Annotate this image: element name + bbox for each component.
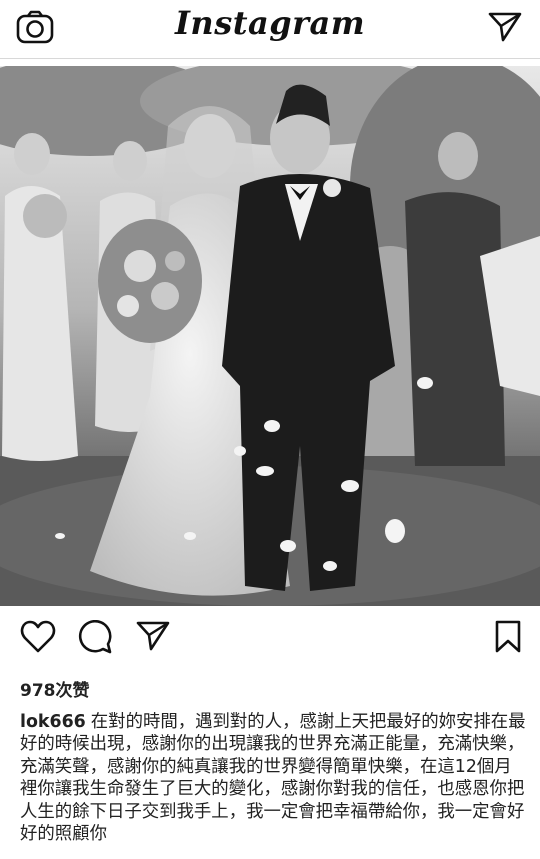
share-icon[interactable] — [136, 620, 170, 652]
app-logo: Instagram — [174, 4, 366, 42]
post-caption: lok666 在對的時間，遇到對的人，感謝上天把最好的妳安排在最好的時候出現，感謝… — [20, 711, 526, 845]
post-actions — [0, 620, 540, 664]
paper-plane-icon[interactable] — [488, 11, 522, 43]
comment-icon[interactable] — [78, 620, 112, 654]
caption-text: 在對的時間，遇到對的人，感謝上天把最好的妳安排在最好的時候出現，感謝你的出現讓我… — [20, 712, 526, 845]
post-photo[interactable] — [0, 66, 540, 606]
heart-icon[interactable] — [20, 620, 56, 654]
wedding-photo — [0, 66, 540, 606]
bookmark-icon[interactable] — [495, 620, 521, 654]
like-count[interactable]: 978次赞 — [20, 676, 90, 701]
top-bar: Instagram — [0, 0, 540, 59]
caption-username[interactable]: lok666 — [20, 712, 86, 732]
